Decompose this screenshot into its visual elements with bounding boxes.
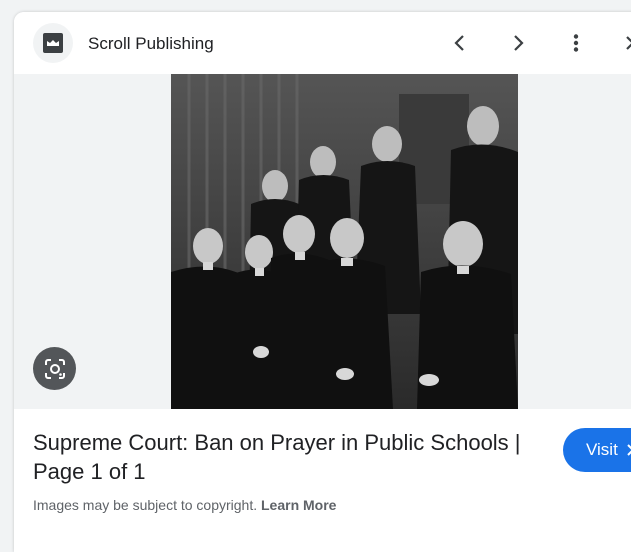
- result-title[interactable]: Supreme Court: Ban on Prayer in Public S…: [33, 428, 533, 486]
- google-lens-icon: [44, 358, 65, 379]
- image-preview-area: [14, 74, 631, 409]
- site-favicon[interactable]: [33, 23, 73, 63]
- preview-image[interactable]: [171, 74, 518, 409]
- google-lens-button[interactable]: [33, 347, 76, 390]
- scroll-publishing-logo-icon: [43, 33, 63, 53]
- more-options-button[interactable]: [560, 27, 592, 59]
- copyright-text: Images may be subject to copyright.: [33, 497, 258, 513]
- visit-button-label: Visit: [586, 440, 618, 459]
- chevron-right-icon: [627, 444, 631, 456]
- next-button[interactable]: [502, 27, 534, 59]
- copyright-notice: Images may be subject to copyright. Lear…: [33, 497, 336, 513]
- image-preview-panel: Scroll Publishing Supreme Court: Ban on …: [14, 12, 631, 552]
- close-button[interactable]: [617, 27, 631, 59]
- panel-header: Scroll Publishing: [14, 12, 631, 74]
- learn-more-link[interactable]: Learn More: [261, 497, 336, 513]
- visit-button[interactable]: Visit: [563, 428, 631, 472]
- chevron-right-icon: [514, 35, 524, 51]
- photograph: [171, 74, 518, 409]
- previous-button[interactable]: [444, 27, 476, 59]
- chevron-left-icon: [454, 35, 464, 51]
- close-icon: [626, 36, 631, 50]
- site-name[interactable]: Scroll Publishing: [88, 34, 214, 54]
- more-vert-icon: [573, 34, 579, 52]
